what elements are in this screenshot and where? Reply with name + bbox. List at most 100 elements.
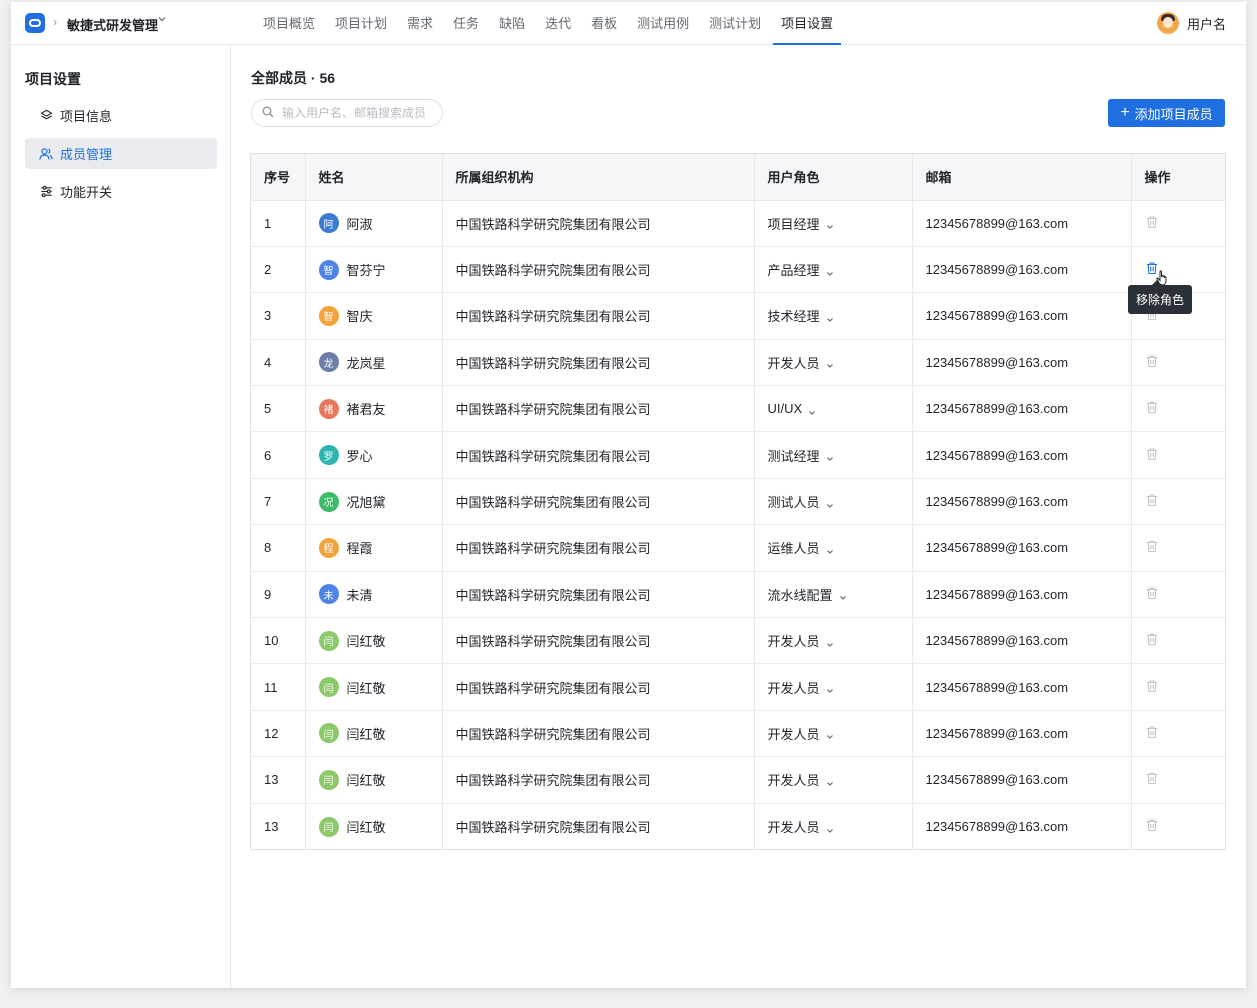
app-logo-icon[interactable] <box>25 13 45 33</box>
cell-org: 中国铁路科学研究院集团有限公司 <box>442 617 755 665</box>
sidebar-item-members[interactable]: 成员管理 <box>25 138 217 169</box>
table-header-row: 序号 姓名 所属组织机构 用户角色 邮箱 操作 <box>251 154 1225 201</box>
trash-icon[interactable] <box>1145 493 1159 507</box>
table-row: 1 阿阿淑 中国铁路科学研究院集团有限公司 项目经理 12345678899@163.c… <box>251 200 1225 247</box>
cell-org: 中国铁路科学研究院集团有限公司 <box>442 431 755 479</box>
top-header: › 敏捷式研发管理 项目概览 项目计划 需求 任务 缺陷 迭代 看板 测试用例 测试计划 项目设置… <box>11 2 1246 45</box>
role-select[interactable]: 项目经理 <box>768 214 912 233</box>
role-select[interactable]: 测试人员 <box>768 492 912 511</box>
member-name: 闫红敬 <box>346 820 386 836</box>
nav-tab[interactable]: 测试用例 <box>629 2 697 45</box>
user-name[interactable]: 用户名 <box>1187 14 1226 33</box>
app-window: › 敏捷式研发管理 项目概览 项目计划 需求 任务 缺陷 迭代 看板 测试用例 测试计划 项目设置… <box>11 2 1246 988</box>
nav-tab[interactable]: 项目计划 <box>327 2 395 45</box>
nav-tab[interactable]: 看板 <box>583 2 625 45</box>
add-member-button[interactable]: + 添加项目成员 <box>1108 99 1225 127</box>
user-menu[interactable]: 用户名 <box>1156 12 1226 34</box>
nav-tab[interactable]: 任务 <box>445 2 487 45</box>
user-avatar[interactable] <box>1156 12 1179 34</box>
role-select[interactable]: 开发人员 <box>768 353 912 372</box>
role-select[interactable]: 开发人员 <box>768 678 912 697</box>
trash-icon[interactable] <box>1145 771 1159 785</box>
cell-org: 中国铁路科学研究院集团有限公司 <box>442 478 755 526</box>
cell-org: 中国铁路科学研究院集团有限公司 <box>442 571 755 619</box>
project-switcher-label[interactable]: 敏捷式研发管理 <box>67 15 158 34</box>
cell-name: 罗罗心 <box>305 431 443 479</box>
sidebar-item-project-info[interactable]: 项目信息 <box>25 100 217 131</box>
search-input[interactable] <box>282 106 432 120</box>
plus-icon: + <box>1120 104 1130 121</box>
chevron-down-icon <box>826 683 834 693</box>
cell-index: 8 <box>251 524 306 572</box>
role-value: 开发人员 <box>767 680 820 696</box>
role-value: 开发人员 <box>767 726 820 742</box>
trash-icon[interactable] <box>1145 632 1159 646</box>
sidebar-item-feature-toggles[interactable]: 功能开关 <box>25 176 217 207</box>
nav-tab[interactable]: 缺陷 <box>491 2 533 45</box>
cell-email: 12345678899@163.com <box>911 710 1132 758</box>
role-select[interactable]: 产品经理 <box>768 260 912 279</box>
role-select[interactable]: 开发人员 <box>768 770 912 789</box>
chevron-down-icon <box>826 776 834 786</box>
sidebar: 项目设置 项目信息 成员管理 功能开关 <box>11 45 231 988</box>
trash-icon[interactable] <box>1145 354 1159 368</box>
role-select[interactable]: 流水线配置 <box>768 585 912 604</box>
nav-tab[interactable]: 需求 <box>399 2 441 45</box>
cell-actions <box>1131 756 1225 804</box>
cell-role: UI/UX <box>754 385 913 433</box>
nav-tab[interactable]: 测试计划 <box>701 2 769 45</box>
trash-icon[interactable] <box>1145 818 1159 832</box>
role-select[interactable]: 开发人员 <box>768 817 912 836</box>
cell-role: 开发人员 <box>754 339 913 387</box>
sidebar-item-label: 项目信息 <box>60 109 113 124</box>
cell-org: 中国铁路科学研究院集团有限公司 <box>442 710 755 758</box>
chevron-down-icon <box>826 729 834 740</box>
role-select[interactable]: 技术经理 <box>768 306 912 325</box>
cell-index: 2 <box>251 246 306 294</box>
breadcrumb-separator-icon: › <box>53 15 57 29</box>
member-name: 闫红敬 <box>346 634 386 650</box>
role-select[interactable]: 运维人员 <box>768 538 912 557</box>
sidebar-item-label: 功能开关 <box>60 185 113 200</box>
nav-tab[interactable]: 迭代 <box>537 2 579 45</box>
trash-icon[interactable] <box>1145 539 1159 553</box>
role-select[interactable]: 测试经理 <box>768 446 912 465</box>
member-search[interactable] <box>251 99 443 127</box>
nav-tab[interactable]: 项目设置 <box>773 2 842 45</box>
role-select[interactable]: 开发人员 <box>768 631 912 650</box>
chevron-down-icon <box>826 312 834 322</box>
trash-icon[interactable] <box>1145 215 1159 229</box>
role-select[interactable]: 开发人员 <box>768 724 912 743</box>
cell-role: 产品经理 <box>754 246 913 294</box>
cell-actions <box>1131 803 1225 849</box>
avatar: 褚 <box>318 398 339 419</box>
table-row: 12 闫闫红敬 中国铁路科学研究院集团有限公司 开发人员 12345678899@163… <box>251 710 1225 758</box>
cell-org: 中国铁路科学研究院集团有限公司 <box>442 385 755 433</box>
avatar: 闫 <box>318 630 339 651</box>
role-select[interactable]: UI/UX <box>768 401 912 416</box>
cell-role: 流水线配置 <box>754 571 913 619</box>
trash-icon[interactable] <box>1145 447 1159 461</box>
cell-name: 闫闫红敬 <box>305 803 443 850</box>
cell-org: 中国铁路科学研究院集团有限公司 <box>442 200 755 247</box>
member-name: 智芬宁 <box>346 263 386 279</box>
chevron-down-icon[interactable] <box>157 14 167 27</box>
members-table: 序号 姓名 所属组织机构 用户角色 邮箱 操作 1 阿阿淑 中国铁路科学研究院集团有… <box>250 153 1226 851</box>
role-value: 技术经理 <box>767 309 820 325</box>
cell-actions <box>1131 431 1225 479</box>
trash-icon[interactable] <box>1145 586 1159 600</box>
cell-index: 5 <box>251 385 306 433</box>
cell-name: 未未清 <box>305 571 443 619</box>
cell-index: 13 <box>251 756 306 804</box>
trash-icon[interactable] <box>1145 400 1159 414</box>
cell-index: 7 <box>251 478 306 526</box>
header-index: 序号 <box>251 154 306 201</box>
nav-tab[interactable]: 项目概览 <box>255 2 323 45</box>
role-value: 流水线配置 <box>767 587 833 603</box>
trash-icon[interactable] <box>1145 679 1159 693</box>
cell-email: 12345678899@163.com <box>911 756 1132 804</box>
trash-icon[interactable] <box>1145 725 1159 739</box>
role-value: 产品经理 <box>767 263 820 279</box>
cell-org: 中国铁路科学研究院集团有限公司 <box>442 246 755 294</box>
table-row: 13 闫闫红敬 中国铁路科学研究院集团有限公司 开发人员 12345678899@163… <box>251 803 1225 850</box>
